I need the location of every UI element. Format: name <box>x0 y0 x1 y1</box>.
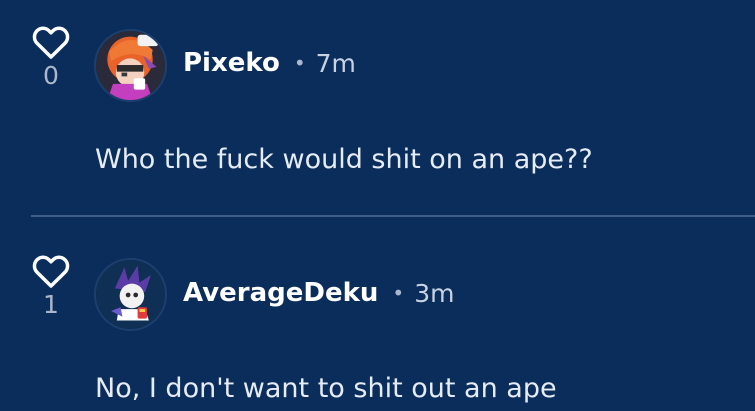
like-control: 1 <box>31 253 71 319</box>
comment-meta: AverageDeku • 3m <box>183 273 454 313</box>
username-link[interactable]: Pixeko <box>183 48 280 78</box>
like-control: 0 <box>31 24 71 90</box>
avatar[interactable] <box>94 258 167 331</box>
username-link[interactable]: AverageDeku <box>183 278 378 308</box>
heart-icon[interactable] <box>32 24 70 60</box>
comment-meta: Pixeko • 7m <box>183 43 356 83</box>
timestamp: 7m <box>315 48 356 78</box>
heart-icon[interactable] <box>32 253 70 289</box>
like-count: 0 <box>43 61 59 90</box>
comment-text: No, I don't want to shit out an ape <box>95 373 557 404</box>
avatar[interactable] <box>94 29 167 102</box>
like-count: 1 <box>43 290 59 319</box>
timestamp: 3m <box>414 278 455 308</box>
meta-separator: • <box>392 281 405 305</box>
divider <box>31 215 755 217</box>
comment-text: Who the fuck would shit on an ape?? <box>95 144 593 175</box>
comment-thread: 0 Pixeko • 7m Who the fuck would shit on… <box>0 0 755 411</box>
meta-separator: • <box>293 51 306 75</box>
